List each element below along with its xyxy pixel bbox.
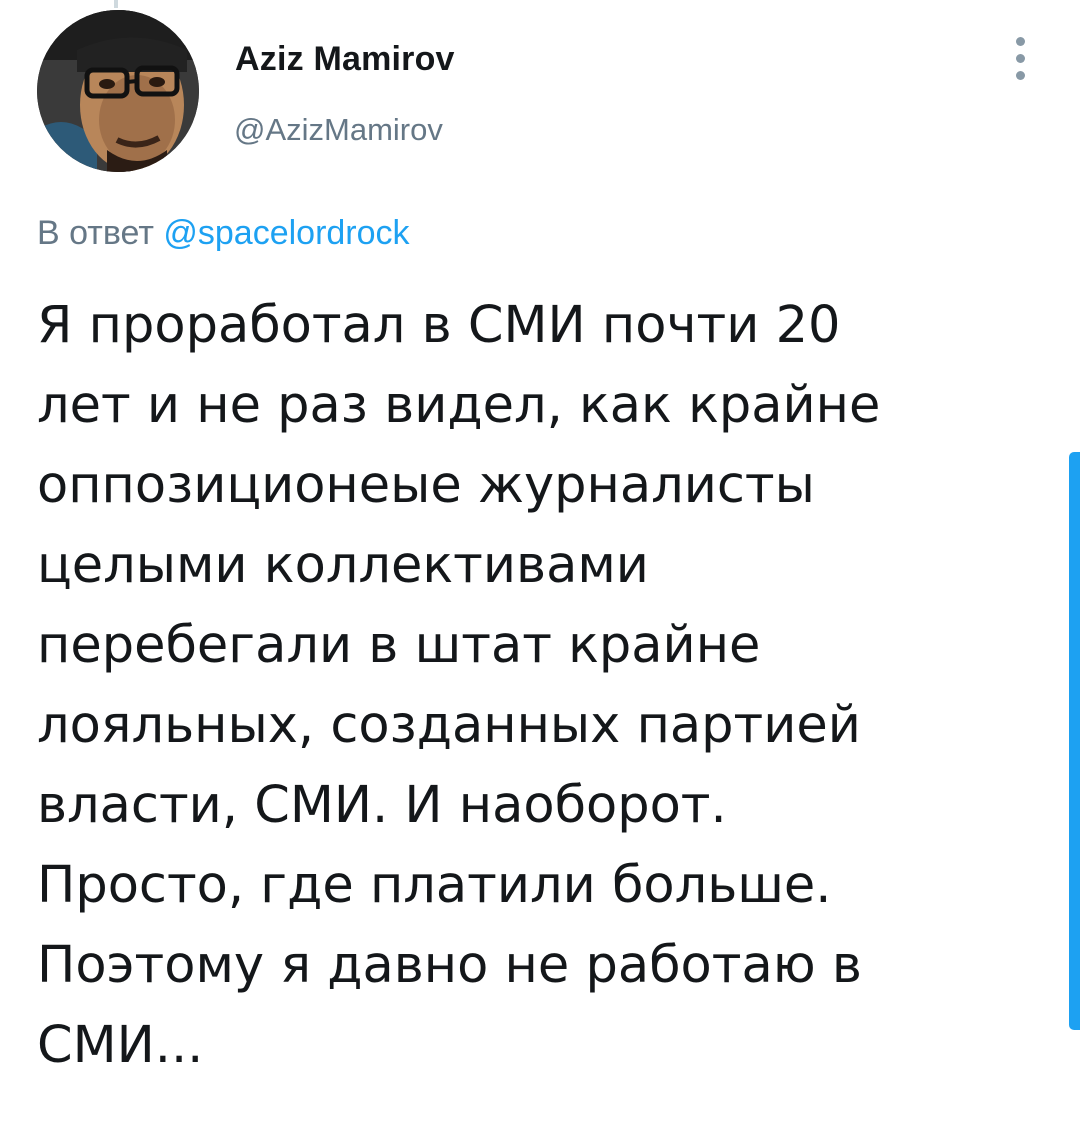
- tweet-text-line: СМИ...: [37, 1016, 204, 1075]
- scrollbar-thumb[interactable]: [1069, 452, 1080, 1030]
- tweet-text-line: оппозиционеые журналисты: [37, 456, 815, 515]
- avatar-photo: [37, 10, 199, 172]
- author-display-name[interactable]: Aziz Mamirov: [235, 40, 455, 79]
- tweet-text-line: лояльных, созданных партией: [37, 696, 861, 755]
- tweet-text-line: Просто, где платили больше.: [37, 856, 832, 915]
- author-handle[interactable]: @AzizMamirov: [234, 112, 443, 148]
- reply-prefix: В ответ: [37, 214, 154, 252]
- reply-context: В ответ @spacelordrock: [37, 214, 410, 253]
- avatar[interactable]: [37, 10, 199, 172]
- tweet-text-line: перебегали в штат крайне: [37, 616, 761, 675]
- vertical-dots-icon: [1015, 53, 1025, 63]
- tweet-text: Я проработал в СМИ почти 20 лет и не раз…: [37, 286, 1027, 1086]
- tweet-text-line: целыми коллективами: [37, 536, 649, 595]
- thread-connector-line: [114, 0, 118, 8]
- tweet-text-line: Я проработал в СМИ почти 20: [37, 296, 841, 355]
- vertical-dots-icon: [1015, 36, 1025, 46]
- tweet-text-line: Поэтому я давно не работаю в: [37, 936, 862, 995]
- more-options-button[interactable]: [1002, 32, 1038, 84]
- tweet-text-line: лет и не раз видел, как крайне: [37, 376, 881, 435]
- tweet-text-line: власти, СМИ. И наоборот.: [37, 776, 727, 835]
- vertical-dots-icon: [1015, 70, 1025, 80]
- reply-mention-link[interactable]: @spacelordrock: [163, 214, 409, 252]
